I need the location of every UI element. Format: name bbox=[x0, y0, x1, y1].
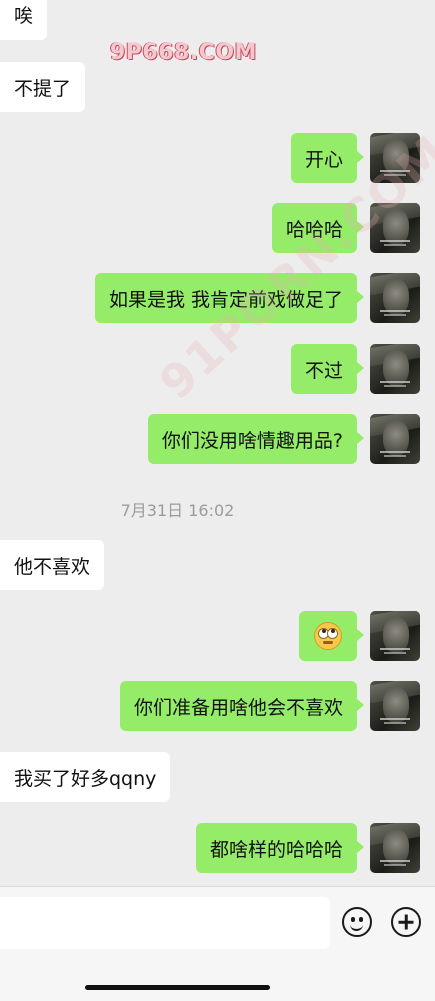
message-bubble-sent[interactable]: 不过 bbox=[290, 344, 365, 394]
message-bubble-received[interactable]: 他不喜欢 bbox=[0, 540, 105, 590]
avatar[interactable] bbox=[370, 344, 420, 394]
message-text: 他不喜欢 bbox=[14, 555, 91, 578]
message-bubble-sent[interactable]: 开心 bbox=[290, 133, 365, 183]
message-text: 你们没用啥情趣用品? bbox=[161, 429, 343, 452]
avatar[interactable] bbox=[370, 681, 420, 731]
avatar[interactable] bbox=[370, 823, 420, 873]
chat-area[interactable]: 9P668.COM 唉 不提了 开心 哈哈哈 如果是我 我肯定前戏做足了 91P… bbox=[0, 0, 435, 886]
message-input[interactable] bbox=[0, 897, 330, 949]
message-text: 不提了 bbox=[14, 77, 72, 100]
message-text: 开心 bbox=[304, 148, 343, 171]
message-text: 我买了好多qqny bbox=[14, 767, 157, 790]
message-text: 你们准备用啥他会不喜欢 bbox=[133, 696, 343, 719]
home-indicator bbox=[85, 985, 270, 990]
message-bubble-sent-emoji[interactable] bbox=[299, 611, 364, 661]
input-bar bbox=[0, 886, 435, 1001]
message-bubble-sent[interactable]: 你们准备用啥他会不喜欢 bbox=[119, 681, 365, 731]
plus-icon[interactable] bbox=[391, 907, 421, 937]
message-text: 不过 bbox=[304, 359, 343, 382]
message-text: 都啥样的哈哈哈 bbox=[209, 838, 343, 861]
avatar[interactable] bbox=[370, 273, 420, 323]
message-bubble-received[interactable]: 我买了好多qqny bbox=[0, 752, 171, 802]
message-text: 唉 bbox=[14, 4, 34, 27]
avatar[interactable] bbox=[370, 611, 420, 661]
avatar[interactable] bbox=[370, 414, 420, 464]
message-bubble-received[interactable]: 唉 bbox=[0, 0, 48, 40]
watermark-top: 9P668.COM bbox=[110, 40, 257, 65]
message-bubble-sent[interactable]: 你们没用啥情趣用品? bbox=[147, 414, 365, 464]
eye-roll-emoji-icon bbox=[314, 622, 342, 650]
message-bubble-sent[interactable]: 都啥样的哈哈哈 bbox=[195, 823, 365, 873]
smile-icon[interactable] bbox=[342, 907, 372, 937]
message-timestamp: 7月31日 16:02 bbox=[120, 501, 235, 520]
message-bubble-received[interactable]: 不提了 bbox=[0, 62, 86, 112]
